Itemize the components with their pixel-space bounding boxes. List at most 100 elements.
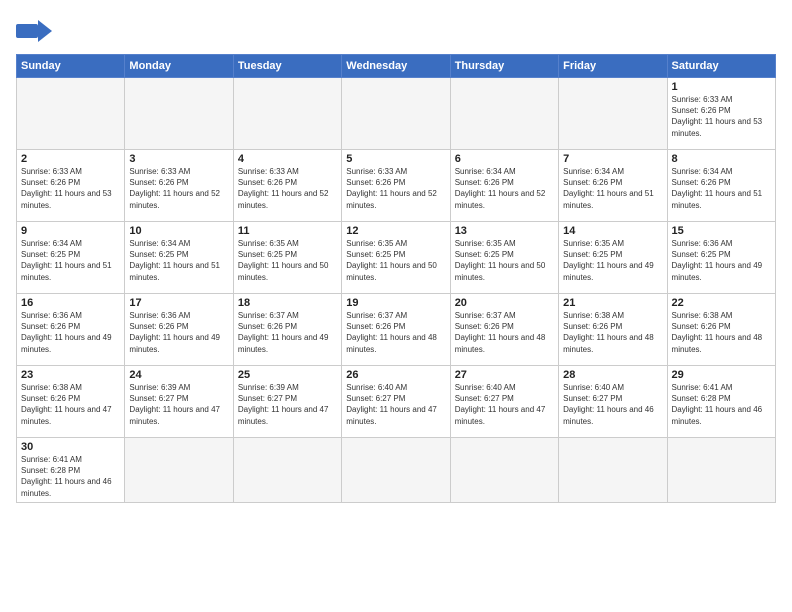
calendar-cell: 18Sunrise: 6:37 AMSunset: 6:26 PMDayligh… (233, 294, 341, 366)
calendar-cell: 9Sunrise: 6:34 AMSunset: 6:25 PMDaylight… (17, 222, 125, 294)
calendar-cell (233, 78, 341, 150)
day-info: Sunrise: 6:38 AMSunset: 6:26 PMDaylight:… (672, 310, 771, 355)
calendar-cell (17, 78, 125, 150)
calendar-cell: 27Sunrise: 6:40 AMSunset: 6:27 PMDayligh… (450, 366, 558, 438)
calendar-cell: 17Sunrise: 6:36 AMSunset: 6:26 PMDayligh… (125, 294, 233, 366)
day-number: 14 (563, 225, 662, 237)
day-info: Sunrise: 6:34 AMSunset: 6:26 PMDaylight:… (672, 166, 771, 211)
calendar-cell: 7Sunrise: 6:34 AMSunset: 6:26 PMDaylight… (559, 150, 667, 222)
calendar-cell: 20Sunrise: 6:37 AMSunset: 6:26 PMDayligh… (450, 294, 558, 366)
calendar-week-row: 23Sunrise: 6:38 AMSunset: 6:26 PMDayligh… (17, 366, 776, 438)
day-number: 24 (129, 369, 228, 381)
calendar-cell: 16Sunrise: 6:36 AMSunset: 6:26 PMDayligh… (17, 294, 125, 366)
day-number: 11 (238, 225, 337, 237)
logo (16, 16, 56, 46)
day-info: Sunrise: 6:36 AMSunset: 6:26 PMDaylight:… (21, 310, 120, 355)
calendar-week-row: 16Sunrise: 6:36 AMSunset: 6:26 PMDayligh… (17, 294, 776, 366)
day-info: Sunrise: 6:40 AMSunset: 6:27 PMDaylight:… (346, 382, 445, 427)
day-number: 8 (672, 153, 771, 165)
calendar-cell: 24Sunrise: 6:39 AMSunset: 6:27 PMDayligh… (125, 366, 233, 438)
header-day-thursday: Thursday (450, 55, 558, 78)
calendar-cell: 21Sunrise: 6:38 AMSunset: 6:26 PMDayligh… (559, 294, 667, 366)
calendar-cell (667, 438, 775, 503)
header-day-wednesday: Wednesday (342, 55, 450, 78)
calendar-cell: 29Sunrise: 6:41 AMSunset: 6:28 PMDayligh… (667, 366, 775, 438)
calendar-cell: 12Sunrise: 6:35 AMSunset: 6:25 PMDayligh… (342, 222, 450, 294)
day-info: Sunrise: 6:36 AMSunset: 6:25 PMDaylight:… (672, 238, 771, 283)
calendar-week-row: 30Sunrise: 6:41 AMSunset: 6:28 PMDayligh… (17, 438, 776, 503)
day-number: 29 (672, 369, 771, 381)
calendar-week-row: 2Sunrise: 6:33 AMSunset: 6:26 PMDaylight… (17, 150, 776, 222)
day-number: 27 (455, 369, 554, 381)
calendar-cell: 5Sunrise: 6:33 AMSunset: 6:26 PMDaylight… (342, 150, 450, 222)
calendar-cell: 26Sunrise: 6:40 AMSunset: 6:27 PMDayligh… (342, 366, 450, 438)
calendar-cell: 1Sunrise: 6:33 AMSunset: 6:26 PMDaylight… (667, 78, 775, 150)
day-number: 30 (21, 441, 120, 453)
calendar-header-row: SundayMondayTuesdayWednesdayThursdayFrid… (17, 55, 776, 78)
calendar-cell (450, 438, 558, 503)
day-info: Sunrise: 6:41 AMSunset: 6:28 PMDaylight:… (21, 454, 120, 499)
day-info: Sunrise: 6:37 AMSunset: 6:26 PMDaylight:… (238, 310, 337, 355)
day-number: 1 (672, 81, 771, 93)
calendar-cell: 13Sunrise: 6:35 AMSunset: 6:25 PMDayligh… (450, 222, 558, 294)
day-number: 7 (563, 153, 662, 165)
generalblue-logo-icon (16, 16, 52, 46)
day-info: Sunrise: 6:35 AMSunset: 6:25 PMDaylight:… (563, 238, 662, 283)
calendar-cell: 6Sunrise: 6:34 AMSunset: 6:26 PMDaylight… (450, 150, 558, 222)
calendar-week-row: 9 Sunrise: 6:34 AMSunset: 6:25 PMDaylight… (17, 222, 776, 294)
day-info: Sunrise: 6:34 AMSunset: 6:26 PMDaylight:… (455, 166, 554, 211)
day-info: Sunrise: 6:34 AMSunset: 6:26 PMDaylight:… (563, 166, 662, 211)
calendar-cell: 25Sunrise: 6:39 AMSunset: 6:27 PMDayligh… (233, 366, 341, 438)
day-info: Sunrise: 6:33 AMSunset: 6:26 PMDaylight:… (238, 166, 337, 211)
calendar-cell (342, 438, 450, 503)
day-number: 9 (21, 225, 120, 237)
day-number: 10 (129, 225, 228, 237)
calendar-cell: 19Sunrise: 6:37 AMSunset: 6:26 PMDayligh… (342, 294, 450, 366)
calendar-cell: 2Sunrise: 6:33 AMSunset: 6:26 PMDaylight… (17, 150, 125, 222)
day-info: Sunrise: 6:35 AMSunset: 6:25 PMDaylight:… (346, 238, 445, 283)
calendar-cell: 4Sunrise: 6:33 AMSunset: 6:26 PMDaylight… (233, 150, 341, 222)
header-day-monday: Monday (125, 55, 233, 78)
day-number: 16 (21, 297, 120, 309)
day-info: Sunrise: 6:40 AMSunset: 6:27 PMDaylight:… (455, 382, 554, 427)
calendar-cell: 28Sunrise: 6:40 AMSunset: 6:27 PMDayligh… (559, 366, 667, 438)
day-info: Sunrise: 6:34 AMSunset: 6:25 PMDaylight:… (129, 238, 228, 283)
day-info: Sunrise: 6:37 AMSunset: 6:26 PMDaylight:… (346, 310, 445, 355)
calendar-cell: 22Sunrise: 6:38 AMSunset: 6:26 PMDayligh… (667, 294, 775, 366)
calendar-cell (342, 78, 450, 150)
calendar-cell (450, 78, 558, 150)
header-day-friday: Friday (559, 55, 667, 78)
header-day-tuesday: Tuesday (233, 55, 341, 78)
header (16, 16, 776, 46)
day-number: 19 (346, 297, 445, 309)
day-info: Sunrise: 6:39 AMSunset: 6:27 PMDaylight:… (129, 382, 228, 427)
day-info: Sunrise: 6:39 AMSunset: 6:27 PMDaylight:… (238, 382, 337, 427)
day-number: 20 (455, 297, 554, 309)
calendar-cell (559, 78, 667, 150)
header-day-sunday: Sunday (17, 55, 125, 78)
day-info: Sunrise: 6:35 AMSunset: 6:25 PMDaylight:… (238, 238, 337, 283)
day-info: Sunrise: 6:41 AMSunset: 6:28 PMDaylight:… (672, 382, 771, 427)
day-number: 2 (21, 153, 120, 165)
page: SundayMondayTuesdayWednesdayThursdayFrid… (0, 0, 792, 612)
calendar-cell: 23Sunrise: 6:38 AMSunset: 6:26 PMDayligh… (17, 366, 125, 438)
calendar-cell: 10Sunrise: 6:34 AMSunset: 6:25 PMDayligh… (125, 222, 233, 294)
calendar-cell: 15Sunrise: 6:36 AMSunset: 6:25 PMDayligh… (667, 222, 775, 294)
day-number: 13 (455, 225, 554, 237)
calendar-cell (559, 438, 667, 503)
day-info: Sunrise: 6:33 AMSunset: 6:26 PMDaylight:… (21, 166, 120, 211)
day-info: Sunrise: 6:33 AMSunset: 6:26 PMDaylight:… (346, 166, 445, 211)
day-info: Sunrise: 6:36 AMSunset: 6:26 PMDaylight:… (129, 310, 228, 355)
day-number: 5 (346, 153, 445, 165)
calendar-cell (233, 438, 341, 503)
day-info: Sunrise: 6:37 AMSunset: 6:26 PMDaylight:… (455, 310, 554, 355)
day-number: 3 (129, 153, 228, 165)
day-number: 23 (21, 369, 120, 381)
day-number: 6 (455, 153, 554, 165)
day-info: Sunrise: 6:40 AMSunset: 6:27 PMDaylight:… (563, 382, 662, 427)
day-info: Sunrise: 6:35 AMSunset: 6:25 PMDaylight:… (455, 238, 554, 283)
calendar-cell (125, 78, 233, 150)
day-number: 4 (238, 153, 337, 165)
calendar-week-row: 1Sunrise: 6:33 AMSunset: 6:26 PMDaylight… (17, 78, 776, 150)
day-number: 28 (563, 369, 662, 381)
